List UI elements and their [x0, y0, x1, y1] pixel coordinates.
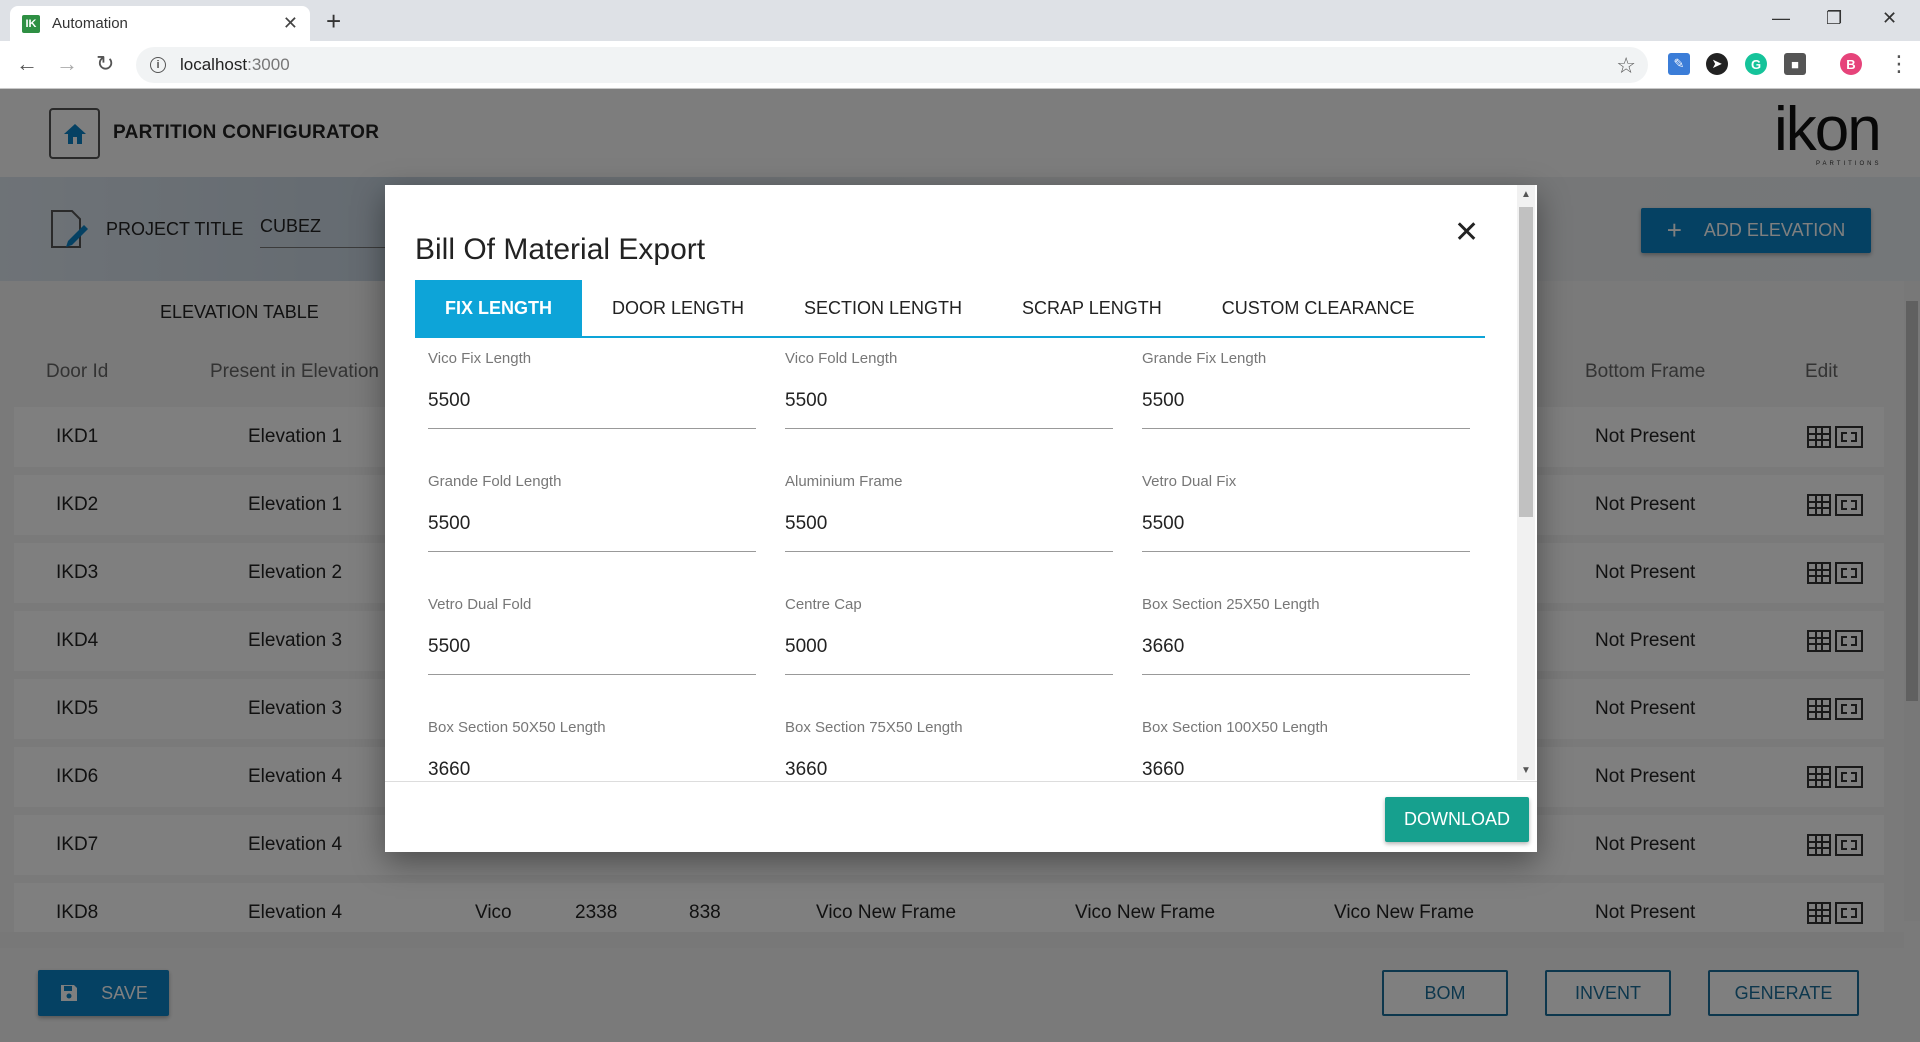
dialog-title: Bill Of Material Export [415, 233, 706, 266]
url-port: :3000 [247, 55, 290, 74]
scroll-up-icon[interactable]: ▲ [1521, 189, 1531, 200]
tab-door-length[interactable]: DOOR LENGTH [582, 280, 774, 336]
field-box-section-75x50: Box Section 75X50 Length 3660 [785, 707, 1113, 778]
field-label: Grande Fold Length [428, 473, 562, 490]
close-dialog-icon[interactable]: ✕ [1454, 215, 1479, 250]
field-input[interactable]: 5500 [428, 513, 756, 552]
reload-icon[interactable]: ↻ [96, 51, 114, 77]
minimize-icon[interactable]: — [1772, 8, 1790, 29]
forward-icon[interactable]: → [56, 51, 78, 77]
bookmark-star-icon[interactable]: ☆ [1616, 53, 1636, 79]
field-vico-fold-length: Vico Fold Length 5500 [785, 338, 1113, 429]
download-button[interactable]: DOWNLOAD [1385, 797, 1529, 842]
extension-camera-icon[interactable]: ■ [1784, 53, 1806, 75]
tab-custom-clearance[interactable]: CUSTOM CLEARANCE [1192, 280, 1445, 336]
field-input[interactable]: 5000 [785, 636, 1113, 675]
field-input[interactable]: 5500 [785, 390, 1113, 429]
close-tab-icon[interactable]: ✕ [283, 13, 298, 34]
field-grande-fix-length: Grande Fix Length 5500 [1142, 338, 1470, 429]
field-input[interactable]: 5500 [1142, 390, 1470, 429]
bom-export-dialog: Bill Of Material Export ✕ FIX LENGTH DOO… [385, 185, 1537, 852]
field-label: Box Section 25X50 Length [1142, 596, 1320, 613]
scroll-down-icon[interactable]: ▼ [1521, 765, 1531, 776]
dialog-divider [385, 781, 1537, 782]
extension-dropper-icon[interactable]: ✎ [1668, 53, 1690, 75]
field-input[interactable]: 3660 [1142, 759, 1470, 778]
field-input[interactable]: 5500 [428, 390, 756, 429]
field-aluminium-frame: Aluminium Frame 5500 [785, 461, 1113, 552]
browser-tabbar: IK Automation ✕ + — ❐ ✕ [0, 0, 1920, 41]
field-vico-fix-length: Vico Fix Length 5500 [428, 338, 756, 429]
dialog-scroll-thumb[interactable] [1519, 207, 1533, 517]
tab-section-length[interactable]: SECTION LENGTH [774, 280, 992, 336]
field-input[interactable]: 5500 [1142, 513, 1470, 552]
field-centre-cap: Centre Cap 5000 [785, 584, 1113, 675]
close-window-icon[interactable]: ✕ [1882, 8, 1897, 29]
field-label: Box Section 75X50 Length [785, 719, 963, 736]
site-info-icon[interactable]: i [150, 57, 166, 73]
field-box-section-25x50: Box Section 25X50 Length 3660 [1142, 584, 1470, 675]
restore-icon[interactable]: ❐ [1826, 8, 1842, 29]
field-label: Vico Fix Length [428, 350, 532, 367]
new-tab-icon[interactable]: + [326, 8, 341, 34]
tab-title: Automation [52, 15, 128, 32]
field-vetro-dual-fold: Vetro Dual Fold 5500 [428, 584, 756, 675]
field-input[interactable]: 3660 [1142, 636, 1470, 675]
field-input[interactable]: 3660 [428, 759, 756, 778]
field-input[interactable]: 5500 [428, 636, 756, 675]
back-icon[interactable]: ← [16, 51, 38, 77]
profile-avatar[interactable]: B [1840, 53, 1862, 75]
field-label: Grande Fix Length [1142, 350, 1267, 367]
browser-tab[interactable]: IK Automation ✕ [10, 6, 310, 41]
field-label: Aluminium Frame [785, 473, 903, 490]
field-box-section-100x50: Box Section 100X50 Length 3660 [1142, 707, 1470, 778]
fix-length-fields: Vico Fix Length 5500 Vico Fold Length 55… [415, 338, 1485, 778]
address-bar[interactable]: i localhost :3000 ☆ [136, 47, 1648, 83]
field-box-section-50x50: Box Section 50X50 Length 3660 [428, 707, 756, 778]
field-label: Vetro Dual Fix [1142, 473, 1237, 490]
field-grande-fold-length: Grande Fold Length 5500 [428, 461, 756, 552]
field-label: Vico Fold Length [785, 350, 898, 367]
dialog-tabs: FIX LENGTH DOOR LENGTH SECTION LENGTH SC… [415, 280, 1485, 338]
field-input[interactable]: 5500 [785, 513, 1113, 552]
tab-fix-length[interactable]: FIX LENGTH [415, 280, 582, 336]
url-host: localhost [180, 55, 248, 74]
field-vetro-dual-fix: Vetro Dual Fix 5500 [1142, 461, 1470, 552]
browser-menu-icon[interactable]: ⋮ [1888, 51, 1910, 77]
app-favicon-icon: IK [22, 14, 40, 33]
extension-cursor-icon[interactable]: ➤ [1706, 53, 1728, 75]
field-label: Box Section 50X50 Length [428, 719, 606, 736]
grammarly-icon[interactable]: G [1745, 53, 1767, 75]
field-label: Centre Cap [785, 596, 862, 613]
field-label: Vetro Dual Fold [428, 596, 532, 613]
browser-toolbar: ← → ↻ i localhost :3000 ☆ ✎ ➤ G ■ B ⋮ [0, 41, 1920, 89]
field-input[interactable]: 3660 [785, 759, 1113, 778]
tab-scrap-length[interactable]: SCRAP LENGTH [992, 280, 1192, 336]
field-label: Box Section 100X50 Length [1142, 719, 1328, 736]
